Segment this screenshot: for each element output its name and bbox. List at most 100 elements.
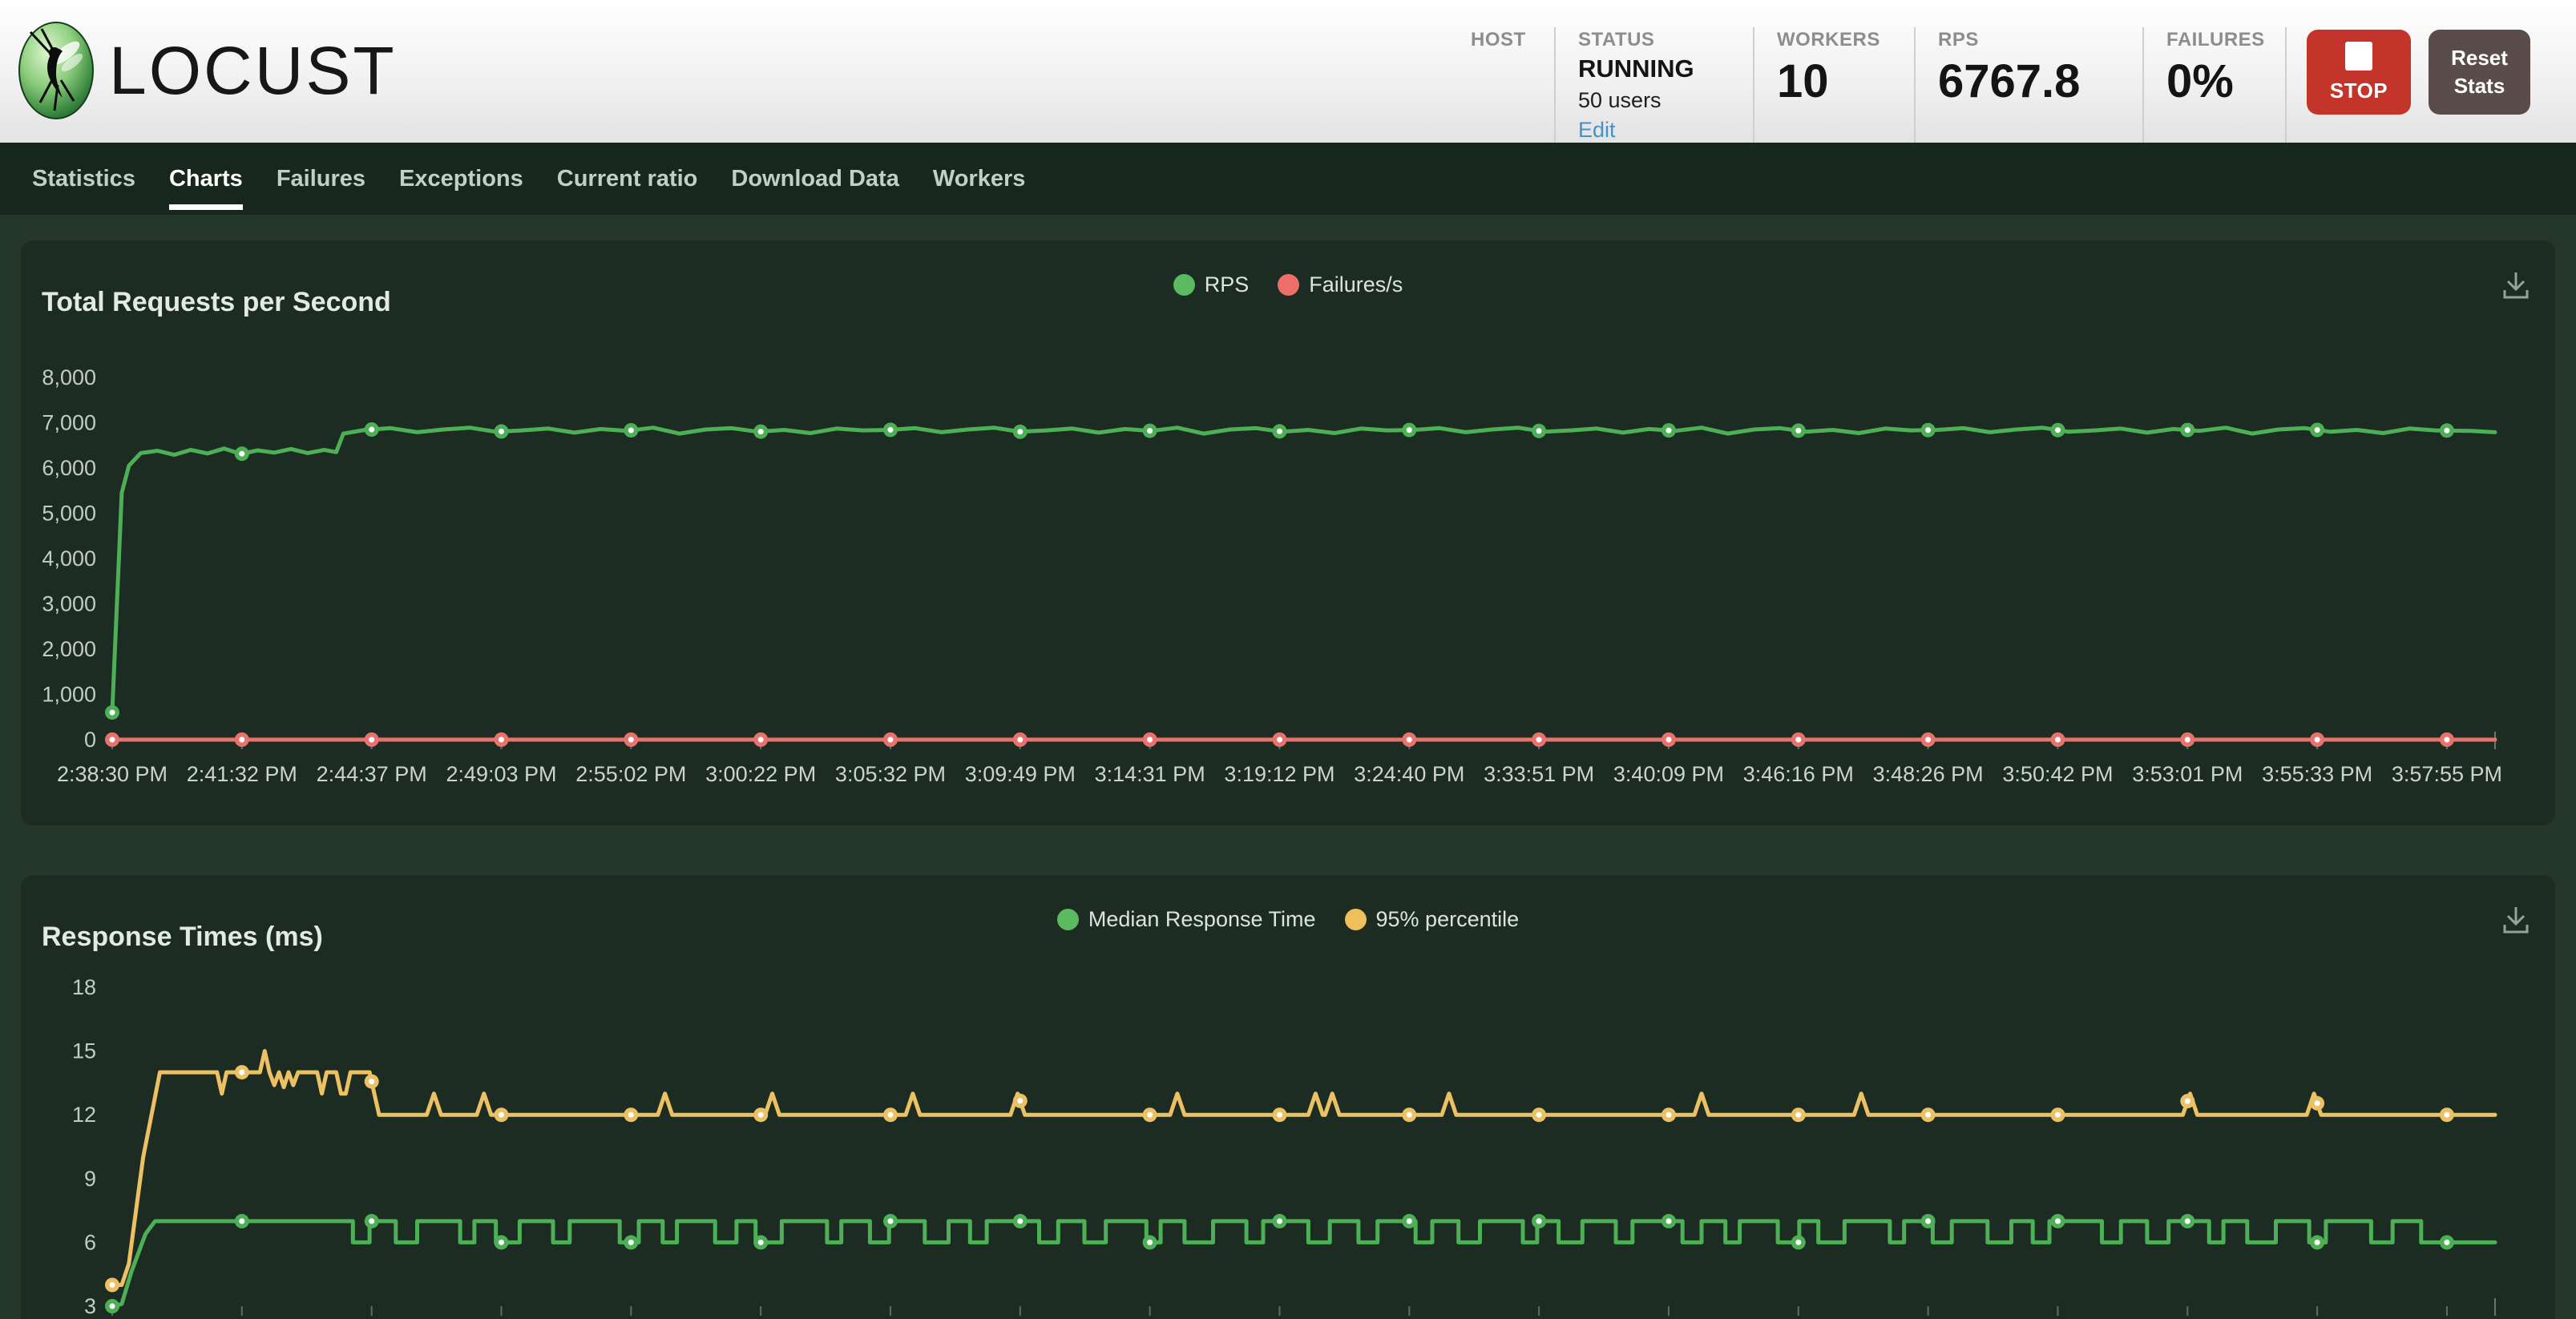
download-chart-icon[interactable] [2499, 904, 2533, 938]
series-marker-center [1017, 1098, 1023, 1103]
series-marker-center [1147, 1240, 1153, 1245]
y-tick-label: 1,000 [42, 683, 96, 707]
legend-item-median[interactable]: Median Response Time [1057, 907, 1316, 932]
logo-text: LOCUST [109, 32, 397, 110]
response-times-chart-plot: 181512963 [21, 875, 2555, 1319]
tab-current-ratio[interactable]: Current ratio [557, 143, 698, 215]
series-marker-center [758, 1112, 764, 1118]
chart-legend: RPS Failures/s [21, 272, 2555, 297]
series-marker-center [1925, 737, 1931, 743]
series-marker-center [758, 1240, 764, 1245]
x-tick-label: 3:05:32 PM [835, 762, 946, 786]
series-marker-center [110, 737, 115, 743]
series-marker-center [499, 1112, 504, 1118]
series-marker-center [1666, 1218, 1672, 1224]
x-tick-label: 3:48:26 PM [1873, 762, 1984, 786]
tab-charts[interactable]: Charts [169, 143, 243, 215]
series-marker-center [1666, 737, 1672, 743]
series-marker-center [1017, 737, 1023, 743]
series-marker-center [239, 1070, 244, 1075]
workers-value: 10 [1777, 58, 1914, 107]
x-tick-label: 2:55:02 PM [575, 762, 686, 786]
series-marker-center [1925, 1218, 1931, 1224]
series-marker-center [1536, 428, 1542, 434]
x-tick-label: 2:49:03 PM [446, 762, 556, 786]
legend-dot-failures [1278, 274, 1299, 296]
series-marker-center [1147, 737, 1153, 743]
status-label: STATUS [1578, 29, 1753, 51]
y-tick-label: 18 [72, 975, 96, 999]
y-tick-label: 9 [84, 1167, 96, 1191]
tab-statistics[interactable]: Statistics [32, 143, 135, 215]
series-marker-center [499, 1240, 504, 1245]
download-chart-icon[interactable] [2499, 269, 2533, 303]
stat-failures: FAILURES 0% [2144, 27, 2287, 143]
series-marker-center [2315, 1240, 2320, 1245]
stat-workers: WORKERS 10 [1754, 27, 1916, 143]
x-tick-label: 3:40:09 PM [1613, 762, 1724, 786]
series-marker-center [1795, 1112, 1801, 1118]
y-tick-label: 6 [84, 1230, 96, 1254]
charts-page: 8,0007,0006,0005,0004,0003,0002,0001,000… [0, 215, 2576, 1319]
series-marker-center [1407, 427, 1412, 433]
series-marker-center [1147, 1112, 1153, 1118]
failures-value: 0% [2166, 58, 2285, 107]
x-tick-label: 3:00:22 PM [705, 762, 816, 786]
legend-dot-95th [1345, 909, 1367, 930]
series-marker-center [628, 737, 634, 743]
series-marker-center [2444, 737, 2449, 743]
reset-stats-button[interactable]: Reset Stats [2429, 30, 2530, 115]
series-marker-center [628, 1240, 634, 1245]
x-tick-label: 3:46:16 PM [1743, 762, 1854, 786]
series-marker-center [1536, 1218, 1542, 1224]
series-marker-center [888, 427, 894, 433]
series-marker-center [239, 1218, 244, 1224]
status-user-count: 50 users [1578, 88, 1753, 113]
status-value: RUNNING [1578, 54, 1753, 83]
series-marker-center [2185, 427, 2190, 433]
series-marker-center [1147, 428, 1153, 434]
legend-dot-rps [1173, 274, 1195, 296]
tab-failures[interactable]: Failures [277, 143, 365, 215]
edit-link[interactable]: Edit [1578, 118, 1753, 143]
series-marker-center [628, 428, 634, 434]
tab-exceptions[interactable]: Exceptions [399, 143, 523, 215]
x-tick-label: 3:24:40 PM [1354, 762, 1464, 786]
series-marker-center [1925, 1112, 1931, 1118]
y-tick-label: 3,000 [42, 592, 96, 616]
series-marker-center [1925, 427, 1931, 433]
stat-status: STATUS RUNNING 50 users Edit [1556, 27, 1754, 143]
series-marker-center [2444, 1112, 2449, 1118]
series-marker-center [1407, 737, 1412, 743]
tab-download-data[interactable]: Download Data [731, 143, 898, 215]
tab-workers[interactable]: Workers [933, 143, 1026, 215]
logo: LOCUST [18, 21, 397, 120]
stop-square-icon [2345, 42, 2372, 71]
stat-host: HOST [1471, 27, 1556, 143]
series-marker-center [1666, 428, 1672, 434]
series-marker-center [1536, 737, 1542, 743]
rps-label: RPS [1938, 29, 2142, 51]
series-marker-center [1536, 1112, 1542, 1118]
stop-button[interactable]: STOP [2307, 30, 2411, 115]
x-tick-label: 2:38:30 PM [57, 762, 168, 786]
x-tick-label: 2:41:32 PM [187, 762, 297, 786]
app-header: LOCUST HOST STATUS RUNNING 50 users Edit… [0, 0, 2576, 143]
series-marker-center [1017, 429, 1023, 434]
y-tick-label: 2,000 [42, 637, 96, 661]
series-marker-center [1666, 1112, 1672, 1118]
series-line [112, 1051, 2495, 1285]
series-marker-center [2055, 1112, 2061, 1118]
legend-item-failures[interactable]: Failures/s [1278, 272, 1403, 297]
legend-item-95th[interactable]: 95% percentile [1345, 907, 1520, 932]
legend-item-rps[interactable]: RPS [1173, 272, 1250, 297]
series-marker-center [1407, 1218, 1412, 1224]
series-marker-center [110, 1282, 115, 1288]
series-marker-center [1017, 1218, 1023, 1224]
series-marker-center [888, 1218, 894, 1224]
series-marker-center [110, 710, 115, 716]
series-marker-center [369, 427, 374, 433]
x-tick-label: 3:57:55 PM [2392, 762, 2502, 786]
series-marker-center [2055, 1218, 2061, 1224]
series-line [112, 1221, 2495, 1306]
